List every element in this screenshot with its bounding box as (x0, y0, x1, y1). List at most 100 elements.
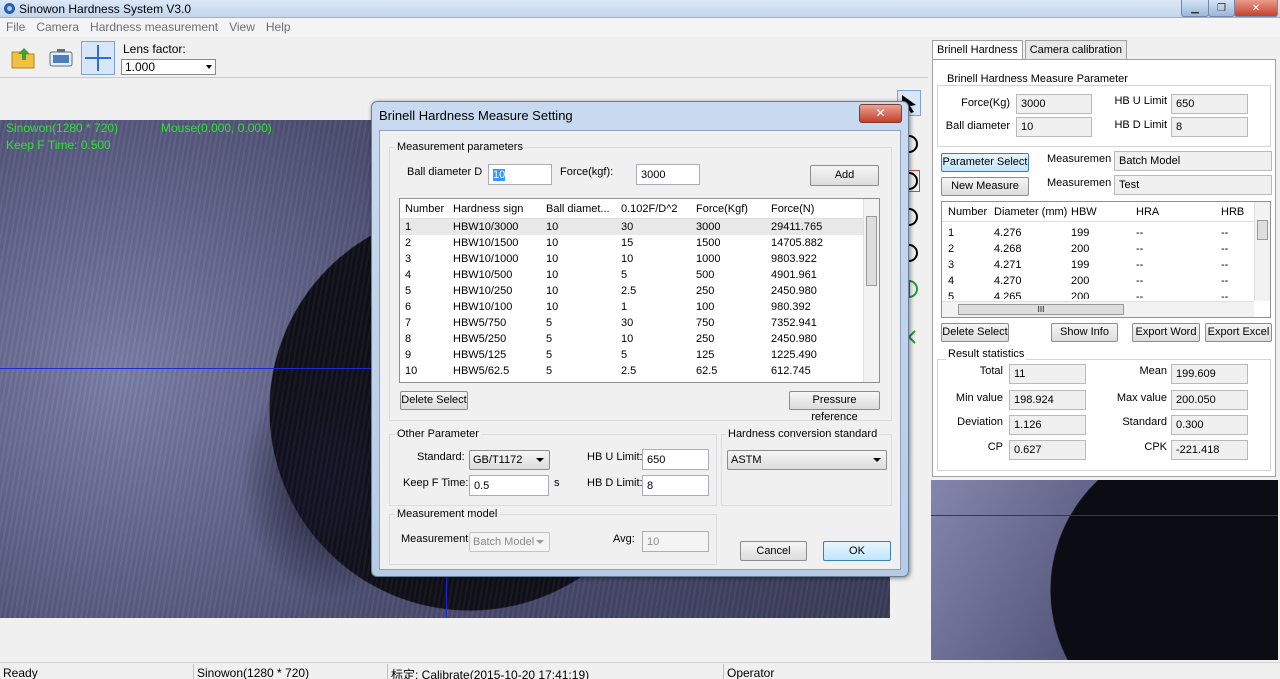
cell: 2.5 (621, 285, 637, 297)
delete-select-button[interactable]: Delete Select (400, 391, 468, 410)
dialog-close-button[interactable]: ✕ (859, 104, 902, 123)
minimize-button[interactable]: ▁ (1181, 0, 1209, 17)
conversion-standard-title: Hardness conversion standard (726, 428, 880, 440)
table-row[interactable]: 4 HBW10/500 10 5 500 4901.961 (400, 267, 879, 283)
scroll-thumb[interactable] (1257, 220, 1268, 240)
cell: HBW10/1500 (453, 237, 519, 249)
app-icon (4, 3, 15, 14)
close-window-button[interactable]: ✕ (1234, 0, 1278, 17)
column-header[interactable]: Number (948, 206, 987, 218)
show-info-button[interactable]: Show Info (1051, 323, 1118, 342)
table-row[interactable]: 5 4.265 200 -- -- (942, 289, 1270, 299)
hb-u-limit-input[interactable]: 650 (642, 449, 709, 470)
result-grid-vertical-scrollbar[interactable] (1254, 202, 1270, 301)
table-row[interactable]: 3 HBW10/1000 10 10 1000 9803.922 (400, 251, 879, 267)
table-row[interactable]: 9 HBW5/125 5 5 125 1225.490 (400, 347, 879, 363)
hardness-sign-grid[interactable]: Number Hardness sign Ball diamet... 0.10… (399, 198, 880, 383)
menu-file[interactable]: File (6, 18, 25, 37)
cell: 5 (546, 349, 553, 361)
status-bar: Ready Sinowon(1280 * 720) 标定: Calibrate(… (0, 662, 1280, 679)
cell: 3 (405, 253, 412, 265)
table-row[interactable]: 7 HBW5/750 5 30 750 7352.941 (400, 315, 879, 331)
lens-factor-value: 1.000 (125, 60, 156, 74)
crosshair-button[interactable] (81, 41, 115, 75)
cell: HBW5/250 (453, 333, 507, 345)
column-header[interactable]: Hardness sign (453, 203, 523, 215)
result-grid[interactable]: Number Diameter (mm) HBW HRA HRB 1 4.276… (941, 201, 1271, 318)
export-word-button[interactable]: Export Word (1132, 323, 1200, 342)
pressure-reference-button[interactable]: Pressure reference (789, 391, 880, 423)
table-row[interactable]: 2 4.268 200 -- -- (942, 241, 1270, 257)
add-button[interactable]: Add (810, 165, 879, 186)
export-excel-button[interactable]: Export Excel (1205, 323, 1272, 342)
table-row[interactable]: 4 4.270 200 -- -- (942, 273, 1270, 289)
status-operator: Operator (727, 666, 775, 679)
column-header[interactable]: Number (405, 203, 444, 215)
column-header[interactable]: 0.102F/D^2 (621, 203, 678, 215)
table-row[interactable]: 10 HBW5/62.5 5 2.5 62.5 612.745 (400, 363, 879, 379)
column-header[interactable]: Diameter (mm) (994, 206, 1067, 218)
ball-diameter-input-value: 10 (493, 169, 506, 181)
column-header[interactable]: Force(N) (771, 203, 814, 215)
keep-f-time-input[interactable]: 0.5 (469, 475, 549, 496)
table-row[interactable]: 1 4.276 199 -- -- (942, 225, 1270, 241)
hb-d-limit-input[interactable]: 8 (642, 475, 709, 496)
measurement-model-title: Measurement model (395, 508, 500, 520)
delete-select-button[interactable]: Delete Select (941, 323, 1009, 342)
tab-brinell-hardness[interactable]: Brinell Hardness (932, 40, 1023, 61)
cell: 4.270 (994, 275, 1022, 287)
hardness-grid-scrollbar[interactable] (863, 199, 879, 382)
ok-button[interactable]: OK (823, 541, 891, 561)
table-row[interactable]: 8 HBW5/250 5 10 250 2450.980 (400, 331, 879, 347)
column-header[interactable]: HRB (1221, 206, 1244, 218)
cell: 250 (696, 285, 715, 297)
menu-camera[interactable]: Camera (36, 18, 79, 37)
column-header[interactable]: HBW (1071, 206, 1097, 218)
avg-input[interactable]: 10 (642, 531, 709, 552)
cell: 5 (948, 291, 955, 299)
table-row[interactable]: 2 HBW10/1500 10 15 1500 14705.882 (400, 235, 879, 251)
measurement-select[interactable]: Batch Model (469, 532, 550, 552)
menu-hardness-measurement[interactable]: Hardness measurement (90, 18, 218, 37)
hb-d-limit-label: HB D Limit (1114, 119, 1167, 131)
menu-help[interactable]: Help (266, 18, 291, 37)
lens-factor-select[interactable]: 1.000 (121, 59, 216, 75)
conversion-standard-group (721, 434, 892, 506)
capture-button[interactable] (44, 41, 78, 75)
column-header[interactable]: Ball diamet... (546, 203, 610, 215)
table-row[interactable]: 3 4.271 199 -- -- (942, 257, 1270, 273)
cancel-button[interactable]: Cancel (740, 541, 807, 561)
cell: 10 (546, 301, 559, 313)
parameter-select-button[interactable]: Parameter Select (941, 153, 1029, 172)
cell: -- (1221, 227, 1229, 239)
result-grid-horizontal-scrollbar[interactable]: III (942, 301, 1254, 317)
new-measure-button[interactable]: New Measure (941, 177, 1029, 196)
min-value-label: Min value (955, 392, 1003, 404)
camera-bottom-margin (0, 618, 890, 662)
standard-select[interactable]: GB/T1172 (469, 450, 550, 470)
table-row[interactable]: 1 HBW10/3000 10 30 3000 29411.765 (400, 219, 879, 235)
measurement-parameters-title: Measurement parameters (395, 141, 525, 153)
right-panel-tabs: Brinell Hardness Camera calibration (932, 40, 1129, 61)
horizontal-scroll-thumb[interactable]: III (958, 304, 1124, 315)
table-row[interactable]: 5 HBW10/250 10 2.5 250 2450.980 (400, 283, 879, 299)
tab-camera-calibration[interactable]: Camera calibration (1024, 40, 1128, 59)
column-header[interactable]: Force(Kgf) (696, 203, 748, 215)
maximize-button[interactable]: ❐ (1208, 0, 1235, 17)
cell: 8 (405, 333, 412, 345)
cell: 6 (405, 301, 412, 313)
hb-u-limit-label: HB U Limit (1114, 95, 1167, 107)
scroll-thumb[interactable] (866, 216, 877, 286)
ball-diameter-input[interactable]: 10 (488, 164, 552, 185)
cell: 200 (1071, 291, 1090, 299)
cell: 10 (405, 365, 418, 377)
measurement-name-label: Measurement (1047, 177, 1111, 189)
column-header[interactable]: HRA (1136, 206, 1159, 218)
conversion-standard-select[interactable]: ASTM (727, 450, 887, 470)
table-row[interactable]: 6 HBW10/100 10 1 100 980.392 (400, 299, 879, 315)
menu-view[interactable]: View (229, 18, 255, 37)
force-kgf-input[interactable]: 3000 (636, 164, 700, 185)
open-folder-button[interactable] (6, 41, 40, 75)
cell: 9 (405, 349, 412, 361)
brinell-setting-dialog: Brinell Hardness Measure Setting ✕ Measu… (371, 101, 909, 577)
